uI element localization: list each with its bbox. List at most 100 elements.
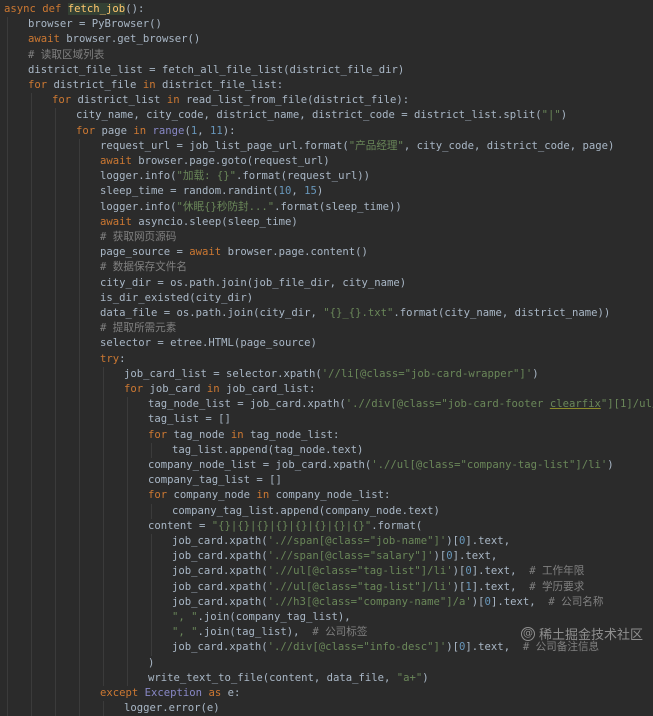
code-token: asyncio.sleep(sleep_time) <box>138 215 298 228</box>
code-token: './/div[@class="job-card-footer <box>345 398 550 411</box>
code-token: for <box>28 79 54 91</box>
code-token: browser.page.content() <box>227 246 368 259</box>
code-line[interactable]: company_tag_list.append(company_node.tex… <box>0 504 653 519</box>
code-token: # 公司标签 <box>312 626 368 639</box>
code-line[interactable]: # 提取所需元素 <box>0 321 653 336</box>
code-token: './/span[@class="job-name"]' <box>267 535 447 547</box>
code-line[interactable]: await browser.get_browser() <box>0 32 653 47</box>
code-token: (): <box>125 3 145 15</box>
code-line[interactable]: job_card.xpath('.//ul[@class="tag-list"]… <box>0 580 653 595</box>
code-line[interactable]: job_card.xpath('.//h3[@class="company-na… <box>0 595 653 610</box>
code-line[interactable]: ) <box>0 656 653 671</box>
code-line[interactable]: ", ".join(company_tag_list), <box>0 610 653 625</box>
code-token: fetch_job <box>67 3 126 15</box>
code-line[interactable]: for job_card in job_card_list: <box>0 382 653 397</box>
juejin-logo-icon: @ <box>520 626 535 641</box>
code-line[interactable]: for district_list in read_list_from_file… <box>0 93 653 108</box>
watermark-text: 稀土掘金技术社区 <box>538 628 643 643</box>
code-line[interactable]: tag_list.append(tag_node.text) <box>0 443 653 458</box>
code-token: .format( <box>371 519 423 532</box>
code-token: job_card.xpath( <box>172 580 268 593</box>
code-token: './/div[@class="info-desc"]' <box>267 641 447 654</box>
code-token: ].text, <box>452 550 498 563</box>
code-line[interactable]: tag_list = [] <box>0 412 653 427</box>
code-token: '//li[@class="job-card-wrapper"]' <box>321 367 533 380</box>
code-line[interactable]: except Exception as e: <box>0 686 653 701</box>
code-line[interactable]: sleep_time = random.randint(10, 15) <box>0 184 653 199</box>
code-token: Exception <box>144 687 209 699</box>
code-line[interactable]: job_card_list = selector.xpath('//li[@cl… <box>0 367 653 382</box>
code-line[interactable]: selector = etree.HTML(page_source) <box>0 336 653 351</box>
code-token: logger.info( <box>100 200 177 213</box>
code-token: for <box>148 428 174 441</box>
code-token: ) <box>316 185 324 198</box>
code-line[interactable]: is_dir_existed(city_dir) <box>0 291 653 306</box>
code-line[interactable]: page_source = await browser.page.content… <box>0 245 653 260</box>
code-line[interactable]: async def fetch_job(): <box>0 2 653 17</box>
code-token: range <box>152 124 185 137</box>
code-line[interactable]: logger.info("休眠{}秒防封...".format(sleep_ti… <box>0 200 653 215</box>
code-token: , <box>291 185 305 198</box>
code-token: try <box>100 352 120 365</box>
code-line[interactable]: try: <box>0 352 653 367</box>
code-token: in <box>256 489 276 502</box>
code-token: './/ul[@class="company-tag-list"]/li' <box>371 459 608 471</box>
code-line[interactable]: for company_node in company_node_list: <box>0 488 653 503</box>
code-token: await <box>189 246 228 259</box>
code-line[interactable]: content = "{}|{}|{}|{}|{}|{}|{}|{}".form… <box>0 519 653 534</box>
code-token: )[ <box>446 641 460 654</box>
code-token: logger.info( <box>100 170 177 183</box>
code-line[interactable]: city_name, city_code, district_name, dis… <box>0 108 653 123</box>
code-line[interactable]: job_card.xpath('.//span[@class="salary"]… <box>0 549 653 564</box>
code-token: './/ul[@class="tag-list"]/li' <box>267 580 453 593</box>
code-token: in <box>230 428 251 441</box>
code-line[interactable]: company_tag_list = [] <box>0 473 653 488</box>
code-line[interactable]: for tag_node in tag_node_list: <box>0 428 653 443</box>
code-token: except <box>100 687 145 699</box>
code-line[interactable]: logger.info("加载: {}".format(request_url)… <box>0 169 653 184</box>
code-token: ].text, <box>465 641 523 654</box>
code-line[interactable]: city_dir = os.path.join(job_file_dir, ci… <box>0 276 653 291</box>
code-line[interactable]: # 数据保存文件名 <box>0 260 653 275</box>
code-token: await <box>100 215 139 228</box>
code-token: 10 <box>278 185 292 198</box>
code-token: logger.error(e) <box>124 702 220 715</box>
code-line[interactable]: district_file_list = fetch_all_file_list… <box>0 63 653 78</box>
code-token: ].text, <box>471 580 530 593</box>
code-token: for <box>52 94 78 107</box>
code-editor[interactable]: async def fetch_job(): browser = PyBrowse… <box>0 0 653 716</box>
code-line[interactable]: await browser.page.goto(request_url) <box>0 154 653 169</box>
code-token: .format(sleep_time)) <box>274 200 402 213</box>
code-line[interactable]: data_file = os.path.join(city_dir, "{}_{… <box>0 306 653 321</box>
code-line[interactable]: request_url = job_list_page_url.format("… <box>0 139 653 154</box>
code-line[interactable]: for district_file in district_file_list: <box>0 78 653 93</box>
code-line[interactable]: # 读取区域列表 <box>0 48 653 63</box>
code-token: district_file_list = fetch_all_file_list… <box>28 63 405 76</box>
code-token: await <box>100 155 139 167</box>
code-token: )[ <box>452 565 466 578</box>
code-line[interactable]: logger.error(e) <box>0 701 653 716</box>
code-line[interactable]: job_card.xpath('.//span[@class="job-name… <box>0 534 653 549</box>
code-token: for <box>124 383 150 395</box>
code-line[interactable]: for page in range(1, 11): <box>0 124 653 139</box>
code-token: ): <box>222 124 236 137</box>
code-token: "加载: {}" <box>176 170 237 183</box>
code-token: job_card.xpath( <box>172 595 268 608</box>
code-line[interactable]: browser = PyBrowser() <box>0 17 653 32</box>
code-token: )[ <box>433 550 447 563</box>
code-token: city_dir = os.path.join(job_file_dir, ci… <box>100 276 407 289</box>
code-line[interactable]: await asyncio.sleep(sleep_time) <box>0 215 653 230</box>
code-token: , city_code, district_code, page) <box>403 139 615 152</box>
code-token: in <box>133 124 153 137</box>
code-token: /ul/li' <box>632 398 653 411</box>
code-line[interactable]: # 获取网页源码 <box>0 230 653 245</box>
code-line[interactable]: job_card.xpath('.//ul[@class="tag-list"]… <box>0 564 653 579</box>
code-line[interactable]: tag_node_list = job_card.xpath('.//div[@… <box>0 397 653 412</box>
code-token: job_card_list = selector.xpath( <box>124 367 322 380</box>
code-token: .join(company_tag_list), <box>197 611 351 623</box>
code-token: ) <box>560 109 568 122</box>
code-token: in <box>142 79 162 91</box>
code-token: await <box>28 33 67 46</box>
code-line[interactable]: write_text_to_file(content, data_file, "… <box>0 671 653 686</box>
code-line[interactable]: company_node_list = job_card.xpath('.//u… <box>0 458 653 473</box>
